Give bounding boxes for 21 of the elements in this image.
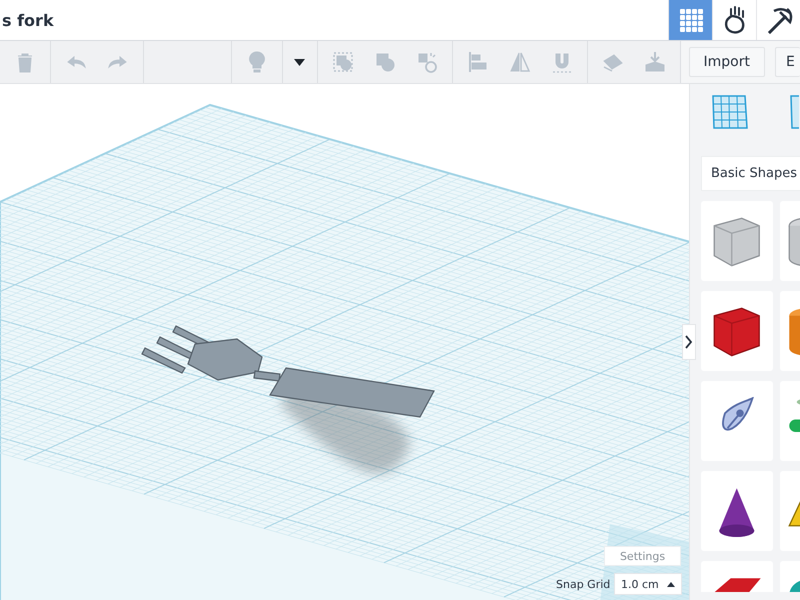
chevron-icon bbox=[685, 335, 693, 349]
hand-view-button[interactable] bbox=[712, 0, 756, 40]
shape-category-dropdown[interactable]: Basic Shapes bbox=[701, 156, 800, 191]
box-icon bbox=[713, 307, 761, 357]
grid-icon bbox=[711, 94, 749, 130]
pickaxe-view-button[interactable] bbox=[756, 0, 800, 40]
shape-tile[interactable] bbox=[701, 381, 773, 461]
caret-icon bbox=[667, 581, 675, 587]
shape-tile[interactable] bbox=[701, 201, 773, 281]
export-button[interactable]: E bbox=[775, 47, 800, 77]
shape-tile[interactable] bbox=[701, 471, 773, 551]
import-button[interactable]: Import bbox=[688, 47, 765, 77]
collapse-panel-button[interactable] bbox=[682, 324, 696, 360]
shape-tile[interactable] bbox=[701, 291, 773, 371]
pen-nib-icon bbox=[720, 397, 754, 434]
snap-grid-select[interactable]: 1.0 cm bbox=[614, 573, 682, 595]
snap-grid-label: Snap Grid bbox=[556, 578, 610, 591]
cone-icon bbox=[718, 487, 756, 538]
caret-icon bbox=[294, 58, 306, 66]
grid-icon bbox=[789, 94, 799, 130]
design-title: s fork bbox=[2, 10, 54, 30]
